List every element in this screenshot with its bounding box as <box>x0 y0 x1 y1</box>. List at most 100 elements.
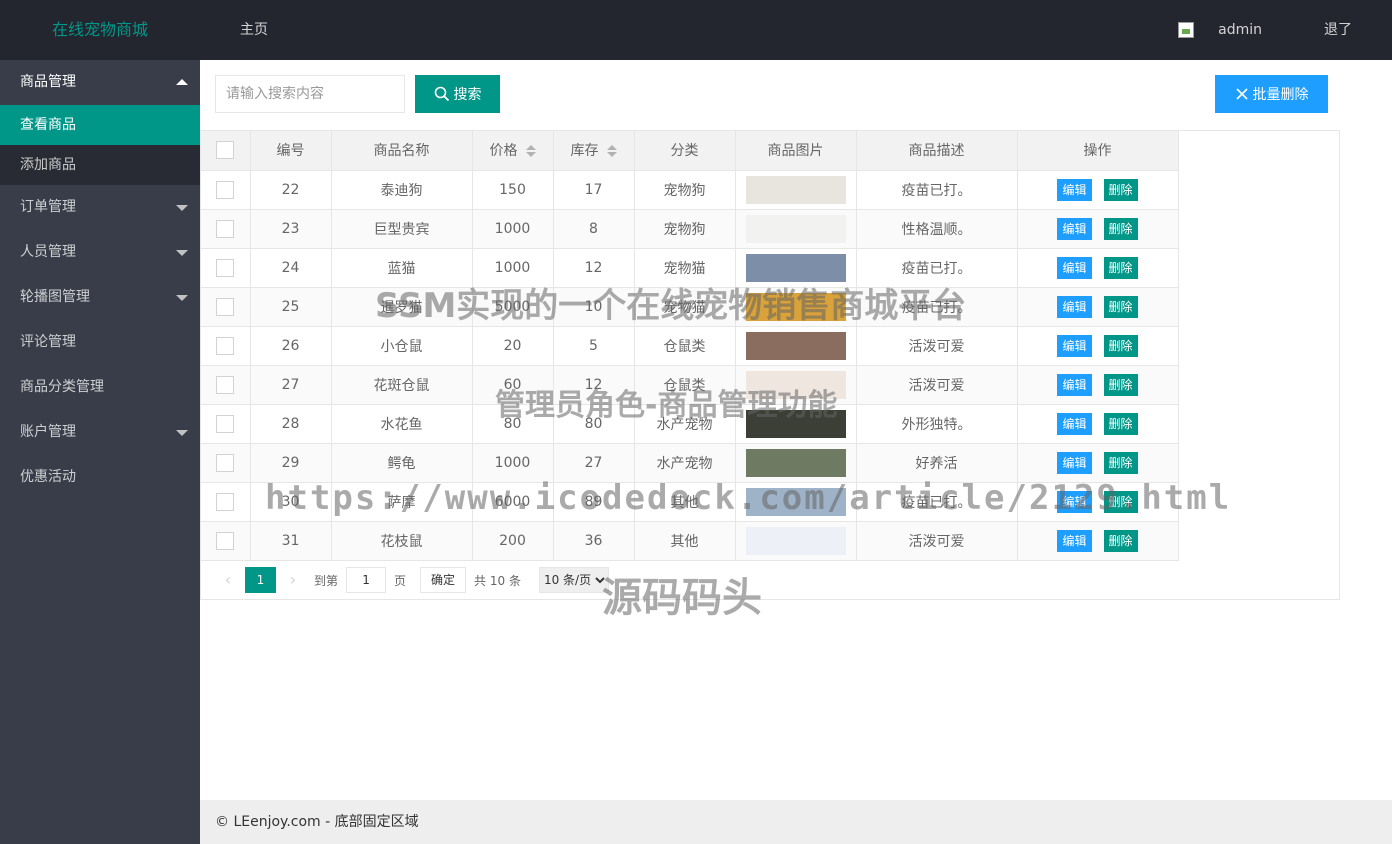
sort-icon[interactable] <box>606 145 617 158</box>
col-id: 编号 <box>250 131 332 171</box>
cell-desc: 外形独特。 <box>856 404 1018 444</box>
edit-button[interactable]: 编辑 <box>1057 178 1092 201</box>
row-checkbox[interactable] <box>216 297 235 316</box>
sidebar-item-goods[interactable]: 商品管理 <box>0 60 200 105</box>
edit-button[interactable]: 编辑 <box>1057 256 1092 279</box>
search-input[interactable] <box>215 75 405 113</box>
delete-button[interactable]: 删除 <box>1103 217 1138 240</box>
cell-name: 萨摩 <box>331 482 473 522</box>
sidebar-item-view-goods[interactable]: 查看商品 <box>0 105 200 145</box>
sidebar-item-orders[interactable]: 订单管理 <box>0 185 200 230</box>
select-all-checkbox[interactable] <box>216 141 235 160</box>
logout-link[interactable]: 退了 <box>1324 0 1352 60</box>
sidebar-item-label: 人员管理 <box>20 244 76 260</box>
next-page-button[interactable]: › <box>280 567 306 593</box>
delete-button[interactable]: 删除 <box>1103 451 1138 474</box>
row-select-cell <box>201 365 251 405</box>
cell-image <box>735 482 857 522</box>
row-checkbox[interactable] <box>216 219 235 238</box>
col-stock[interactable]: 库存 <box>553 131 635 171</box>
app-logo[interactable]: 在线宠物商城 <box>0 0 200 60</box>
batch-delete-button[interactable]: 批量删除 <box>1215 75 1328 113</box>
delete-button[interactable]: 删除 <box>1103 529 1138 552</box>
edit-button[interactable]: 编辑 <box>1057 295 1092 318</box>
cell-price: 1000 <box>472 248 554 288</box>
edit-button[interactable]: 编辑 <box>1057 490 1092 513</box>
goto-page-input[interactable] <box>346 567 387 593</box>
sidebar-item-promotions[interactable]: 优惠活动 <box>0 455 200 500</box>
row-select-cell <box>201 170 251 210</box>
cell-actions: 编辑 删除 <box>1017 521 1179 561</box>
search-button[interactable]: 搜索 <box>415 75 500 113</box>
goto-confirm-button[interactable]: 确定 <box>420 567 467 593</box>
cell-price: 60 <box>472 365 554 405</box>
cell-stock: 10 <box>553 287 635 327</box>
edit-button[interactable]: 编辑 <box>1057 529 1092 552</box>
product-image <box>745 409 846 438</box>
cell-price: 80 <box>472 404 554 444</box>
username[interactable]: admin <box>1218 22 1262 38</box>
delete-button[interactable]: 删除 <box>1103 256 1138 279</box>
top-header: 在线宠物商城 主页 admin 退了 <box>0 0 1392 60</box>
cell-desc: 活泼可爱 <box>856 521 1018 561</box>
sidebar-item-comments[interactable]: 评论管理 <box>0 320 200 365</box>
col-stock-label: 库存 <box>570 143 599 160</box>
cell-price: 150 <box>472 170 554 210</box>
delete-button[interactable]: 删除 <box>1103 373 1138 396</box>
sidebar-item-accounts[interactable]: 账户管理 <box>0 410 200 455</box>
row-checkbox[interactable] <box>216 336 235 355</box>
sidebar-item-categories[interactable]: 商品分类管理 <box>0 365 200 410</box>
cell-id: 23 <box>250 209 332 249</box>
row-checkbox[interactable] <box>216 258 235 277</box>
sidebar-item-staff[interactable]: 人员管理 <box>0 230 200 275</box>
table-row: 25 暹罗猫 5000 10 宠物猫 疫苗已打。 编辑 删除 <box>201 287 1179 327</box>
sidebar-item-add-goods[interactable]: 添加商品 <box>0 145 200 185</box>
page-size-select[interactable]: 10 条/页 <box>538 567 609 593</box>
product-image <box>745 175 846 204</box>
goods-table: 编号 商品名称 价格 库存 分类 商品图片 商品描述 操作 22 泰迪狗 150 17… <box>201 131 1179 561</box>
sort-icon[interactable] <box>525 145 536 158</box>
delete-button[interactable]: 删除 <box>1103 412 1138 435</box>
row-checkbox[interactable] <box>216 414 235 433</box>
table-row: 26 小仓鼠 20 5 仓鼠类 活泼可爱 编辑 删除 <box>201 326 1179 366</box>
delete-button[interactable]: 删除 <box>1103 490 1138 513</box>
search-button-label: 搜索 <box>453 87 482 103</box>
cell-desc: 疫苗已打。 <box>856 287 1018 327</box>
avatar[interactable] <box>1178 20 1208 40</box>
edit-button[interactable]: 编辑 <box>1057 412 1092 435</box>
sidebar-item-label: 优惠活动 <box>20 469 76 485</box>
product-image <box>745 214 846 243</box>
edit-button[interactable]: 编辑 <box>1057 334 1092 357</box>
row-checkbox[interactable] <box>216 375 235 394</box>
cell-category: 仓鼠类 <box>634 365 736 405</box>
edit-button[interactable]: 编辑 <box>1057 451 1092 474</box>
current-page[interactable]: 1 <box>245 567 276 593</box>
cell-category: 其他 <box>634 521 736 561</box>
row-checkbox[interactable] <box>216 492 235 511</box>
delete-button[interactable]: 删除 <box>1103 178 1138 201</box>
cell-image <box>735 326 857 366</box>
cell-name: 巨型贵宾 <box>331 209 473 249</box>
cell-stock: 27 <box>553 443 635 483</box>
table-row: 30 萨摩 6000 89 其他 疫苗已打。 编辑 删除 <box>201 482 1179 522</box>
table-row: 24 蓝猫 1000 12 宠物猫 疫苗已打。 编辑 删除 <box>201 248 1179 288</box>
edit-button[interactable]: 编辑 <box>1057 217 1092 240</box>
delete-button[interactable]: 删除 <box>1103 295 1138 318</box>
user-area[interactable]: admin <box>1178 0 1262 60</box>
edit-button[interactable]: 编辑 <box>1057 373 1092 396</box>
row-checkbox[interactable] <box>216 453 235 472</box>
table-row: 29 鳄龟 1000 27 水产宠物 好养活 编辑 删除 <box>201 443 1179 483</box>
prev-page-button[interactable]: ‹ <box>215 567 241 593</box>
cell-image <box>735 248 857 288</box>
row-checkbox[interactable] <box>216 531 235 550</box>
row-checkbox[interactable] <box>216 180 235 199</box>
sidebar-item-carousel[interactable]: 轮播图管理 <box>0 275 200 320</box>
product-image <box>745 487 846 516</box>
nav-home-link[interactable]: 主页 <box>240 0 268 60</box>
col-price[interactable]: 价格 <box>472 131 554 171</box>
sidebar-item-label: 商品管理 <box>20 74 76 90</box>
col-name: 商品名称 <box>331 131 473 171</box>
cell-actions: 编辑 删除 <box>1017 443 1179 483</box>
delete-button[interactable]: 删除 <box>1103 334 1138 357</box>
cell-stock: 89 <box>553 482 635 522</box>
